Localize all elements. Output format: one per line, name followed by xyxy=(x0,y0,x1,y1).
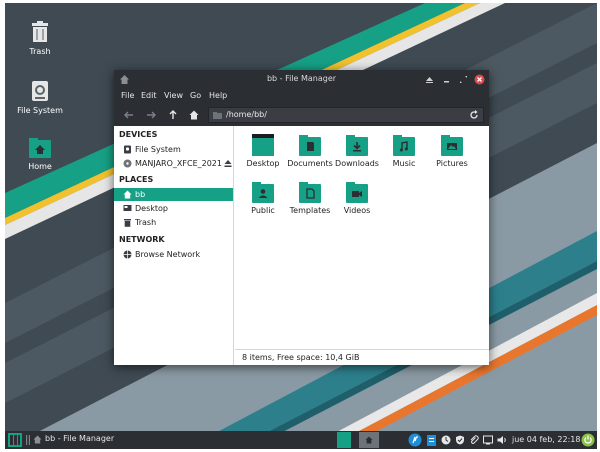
sidebar-header-network: NETWORK xyxy=(119,235,165,244)
sidebar-item-browse-network[interactable]: Browse Network xyxy=(114,248,233,261)
sidebar-item-label: File System xyxy=(135,145,181,154)
sidebar-item-label: MANJARO_XFCE_2021 xyxy=(135,159,222,168)
file-manager-window: bb - File Manager File Edit View Go Help xyxy=(114,70,489,365)
templates-folder-icon xyxy=(299,182,321,203)
file-item-label: Desktop xyxy=(246,159,280,168)
forward-icon[interactable] xyxy=(145,109,157,121)
file-item-desktop[interactable]: Desktop xyxy=(238,134,288,168)
sidebar-item-file-system[interactable]: File System xyxy=(114,143,233,156)
videos-folder-icon xyxy=(346,182,368,203)
music-folder-icon xyxy=(393,135,415,156)
menu-edit[interactable]: Edit xyxy=(141,91,157,100)
file-item-label: Pictures xyxy=(436,159,468,168)
sidebar-item-label: Browse Network xyxy=(135,250,201,259)
desktop-folder-icon xyxy=(252,134,274,156)
sidebar-item-bb[interactable]: bb xyxy=(114,188,233,201)
desktop-icon-trash[interactable]: Trash xyxy=(7,21,73,56)
eject-icon[interactable] xyxy=(224,159,232,168)
toolbar: /home/bb/ xyxy=(114,104,489,126)
notification-icon[interactable] xyxy=(483,435,493,445)
task-button-file-manager[interactable]: bb - File Manager xyxy=(45,434,114,443)
close-icon[interactable] xyxy=(474,74,485,85)
documents-folder-icon xyxy=(299,135,321,156)
shade-icon[interactable] xyxy=(424,74,435,85)
file-item-label: Videos xyxy=(343,206,371,215)
refresh-icon[interactable] xyxy=(469,110,479,120)
file-item-music[interactable]: Music xyxy=(379,134,429,168)
taskbar: bb - File Manager jue 04 feb, 22:18 xyxy=(5,431,597,449)
location-path: /home/bb/ xyxy=(226,110,267,119)
desktop-icon-file-system[interactable]: File System xyxy=(7,80,73,115)
file-item-label: Templates xyxy=(289,206,331,215)
menu-go[interactable]: Go xyxy=(190,91,201,100)
workspace-1[interactable] xyxy=(337,432,351,448)
attachment-icon[interactable] xyxy=(469,435,479,445)
sidebar-item-desktop[interactable]: Desktop xyxy=(114,202,233,215)
downloads-folder-icon xyxy=(346,135,368,156)
file-item-label: Downloads xyxy=(335,159,379,168)
home-icon xyxy=(123,190,132,199)
workspace-2[interactable] xyxy=(359,432,379,448)
sidebar-item-label: Trash xyxy=(135,218,157,227)
clock[interactable]: jue 04 feb, 22:18 xyxy=(512,435,580,444)
desktop-screen: Trash File System Home bb - File Manager xyxy=(5,3,597,449)
menu-help[interactable]: Help xyxy=(209,91,227,100)
minimize-icon[interactable] xyxy=(441,74,452,85)
desktop-icon-home[interactable]: Home xyxy=(7,138,73,171)
desktop-icon-label: File System xyxy=(17,106,63,115)
public-folder-icon xyxy=(252,182,274,203)
power-icon[interactable] xyxy=(581,433,595,447)
up-icon[interactable] xyxy=(167,109,179,121)
desktop-icon-label: Trash xyxy=(29,47,51,56)
clipboard-icon[interactable] xyxy=(426,434,437,446)
sidebar-item-manjaro-disc[interactable]: MANJARO_XFCE_2021 xyxy=(114,157,233,170)
sidebar-item-trash[interactable]: Trash xyxy=(114,216,233,229)
home-folder-icon xyxy=(29,138,51,158)
maximize-icon[interactable] xyxy=(458,74,469,85)
manjaro-menu-icon[interactable] xyxy=(8,433,22,447)
menu-view[interactable]: View xyxy=(164,91,183,100)
sidebar: DEVICES File System MANJARO_XFCE_2021 PL… xyxy=(114,126,234,365)
drive-icon xyxy=(124,145,131,154)
sidebar-header-places: PLACES xyxy=(119,175,154,184)
desktop-icon-label: Home xyxy=(28,162,52,171)
file-view: Desktop Documents Downloads Music Pictur… xyxy=(235,126,489,365)
volume-icon[interactable] xyxy=(497,435,508,445)
task-home-icon xyxy=(33,435,42,444)
drive-icon xyxy=(32,81,48,101)
trash-icon xyxy=(124,219,131,227)
workspace-home-icon xyxy=(365,436,373,444)
status-bar: 8 items, Free space: 10,4 GiB xyxy=(235,349,489,365)
pictures-folder-icon xyxy=(441,135,463,156)
file-item-documents[interactable]: Documents xyxy=(285,134,335,168)
desktop-icon xyxy=(123,205,132,211)
menu-bar: File Edit View Go Help xyxy=(114,89,489,104)
file-item-videos[interactable]: Videos xyxy=(332,181,382,215)
status-text: 8 items, Free space: 10,4 GiB xyxy=(242,353,360,362)
sidebar-header-devices: DEVICES xyxy=(119,130,158,139)
file-item-label: Public xyxy=(251,206,275,215)
folder-icon xyxy=(213,112,222,119)
sidebar-item-label: bb xyxy=(135,190,146,199)
file-item-downloads[interactable]: Downloads xyxy=(332,134,382,168)
shield-icon[interactable] xyxy=(455,435,465,445)
panel-handle-icon xyxy=(26,435,30,445)
file-item-templates[interactable]: Templates xyxy=(285,181,335,215)
location-bar[interactable]: /home/bb/ xyxy=(208,107,484,123)
file-item-public[interactable]: Public xyxy=(238,181,288,215)
file-item-pictures[interactable]: Pictures xyxy=(427,134,477,168)
file-item-label: Music xyxy=(392,159,416,168)
trash-icon xyxy=(32,21,48,42)
globe-icon xyxy=(123,250,132,259)
hp-printer-icon[interactable] xyxy=(408,433,422,447)
sidebar-item-label: Desktop xyxy=(135,204,168,213)
home-icon[interactable] xyxy=(188,109,200,121)
title-bar: bb - File Manager xyxy=(114,70,489,89)
file-item-label: Documents xyxy=(287,159,333,168)
back-icon[interactable] xyxy=(123,109,135,121)
menu-file[interactable]: File xyxy=(121,91,134,100)
update-icon[interactable] xyxy=(441,435,451,445)
disc-icon xyxy=(123,159,132,168)
